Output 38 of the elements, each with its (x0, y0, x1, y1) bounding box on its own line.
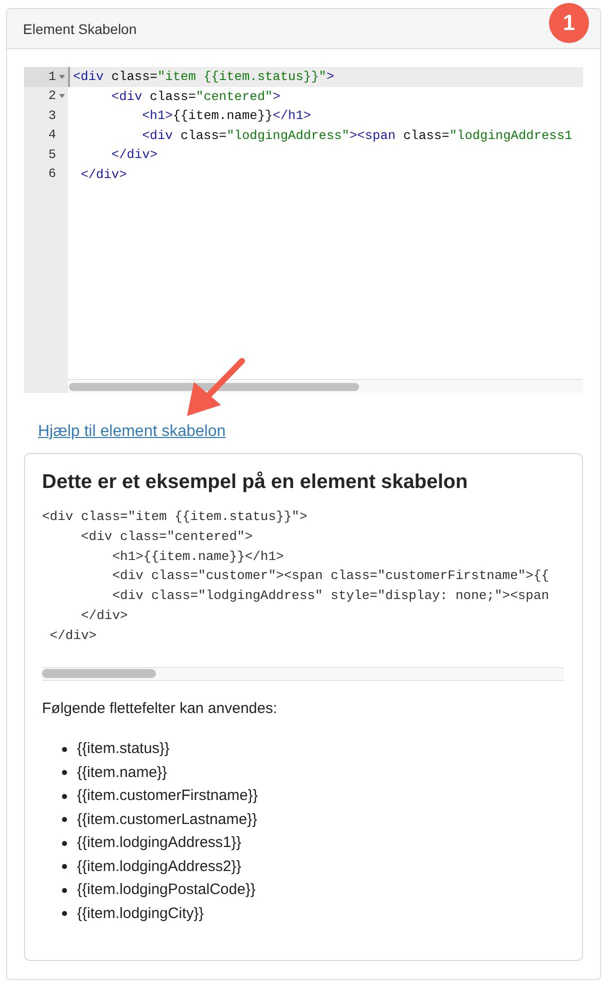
arrow-icon (185, 357, 245, 417)
bullet-icon (62, 794, 67, 799)
line-number: 5 (48, 146, 56, 163)
bullet-icon (62, 746, 67, 752)
merge-field: {{item.lodgingAddress2}} (77, 856, 242, 877)
merge-field: {{item.name}} (77, 762, 168, 783)
merge-field: {{item.lodgingAddress1}} (77, 833, 242, 854)
code-line: </div> (110, 146, 158, 164)
code-line: <div class="centered"> (110, 88, 282, 106)
merge-field: {{item.customerFirstname}} (77, 786, 258, 806)
bullet-icon (62, 817, 67, 822)
merge-field: {{item.lodgingCity}} (77, 904, 204, 924)
code-example: <div class="item {{item.status}}"> <div class="centered"> <h1>{{item.name}}</h1> <div class="customer"><span class="customerFirstname">{{ <div class="lodgingAddress" style="display: none;"><span </div> </div> (42, 508, 550, 645)
code-line: <h1>{{item.name}}</h1> (141, 107, 312, 126)
fold-caret-icon[interactable] (58, 94, 64, 98)
code-line: <div class="lodgingAddress"><span class="lodgingAddress1 (141, 126, 574, 145)
intro-text: Følgende flettefelter kan anvendes: (42, 698, 278, 719)
line-number: 3 (48, 108, 56, 124)
help-link[interactable]: Hjælp til element skabelon (38, 421, 226, 443)
merge-field: {{item.lodgingPostalCode}} (77, 880, 256, 900)
line-number: 2 (48, 88, 56, 104)
bullet-icon (62, 911, 67, 916)
merge-field: {{item.status}} (77, 739, 170, 760)
bullet-icon (62, 840, 67, 846)
merge-field: {{item.customerLastname}} (77, 810, 258, 830)
panel-title: Element Skabelon (23, 20, 137, 38)
help-heading: Dette er et eksempel på en element skabelon (42, 470, 469, 494)
fold-caret-icon[interactable] (58, 74, 64, 79)
scrollbar-thumb[interactable] (69, 382, 359, 390)
bullet-icon (62, 888, 67, 893)
code-line: </div> (80, 166, 128, 184)
code-editor[interactable]: 1 2 3 4 5 6 <div class="item {{item.status}}"> <div class="centered"> <h1>{{item.name}}</h1> <div class="lodgingAddress"><span class="lodgingAddress1 </div> </div> (24, 67, 583, 393)
bullet-icon (62, 770, 67, 776)
bullet-icon (62, 864, 67, 870)
scrollbar-thumb[interactable] (42, 669, 156, 678)
line-number: 6 (48, 166, 56, 182)
line-number: 1 (48, 68, 56, 85)
line-number: 4 (48, 127, 56, 144)
